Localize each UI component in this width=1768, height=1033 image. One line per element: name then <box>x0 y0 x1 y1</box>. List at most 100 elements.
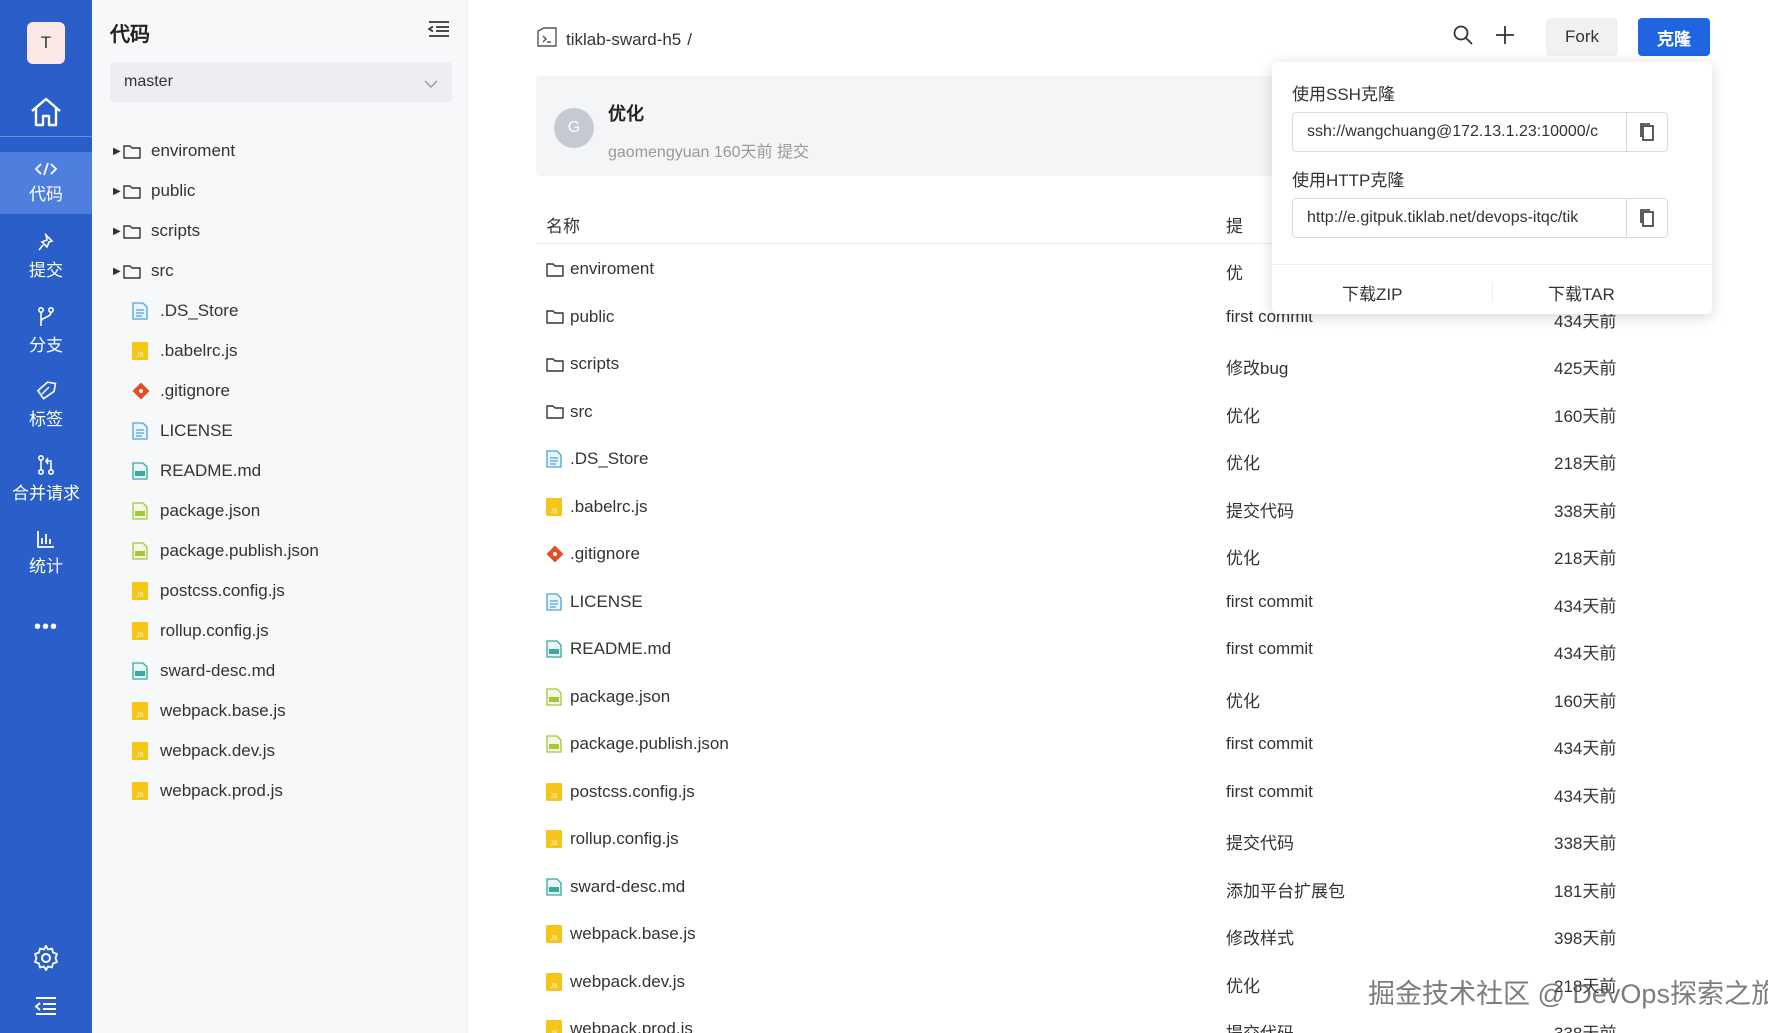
tree-file-item[interactable]: LICENSE <box>92 411 468 451</box>
home-button[interactable] <box>0 88 92 136</box>
file-name[interactable]: public <box>570 307 614 327</box>
tree-file-item[interactable]: package.publish.json <box>92 531 468 571</box>
file-name-cell[interactable]: public <box>546 307 614 327</box>
download-tar-button[interactable]: 下载TAR <box>1548 280 1615 305</box>
commit-message-cell[interactable]: 优化 <box>1226 687 1260 712</box>
file-name-cell[interactable]: package.publish.json <box>546 734 729 754</box>
search-button[interactable] <box>1452 24 1474 51</box>
table-row[interactable]: README.md first commit 434天前 <box>536 626 1666 674</box>
http-url-field[interactable]: http://e.gitpuk.tiklab.net/devops-itqc/t… <box>1292 198 1668 238</box>
commit-message-cell[interactable]: 修改样式 <box>1226 924 1294 949</box>
file-name-cell[interactable]: JSwebpack.prod.js <box>546 1019 693 1033</box>
commit-message-cell[interactable]: 提交代码 <box>1226 1019 1294 1033</box>
file-name[interactable]: LICENSE <box>570 592 643 612</box>
copy-ssh-button[interactable] <box>1627 113 1667 151</box>
tree-collapse-button[interactable] <box>427 20 450 43</box>
tree-file-item[interactable]: README.md <box>92 451 468 491</box>
file-name[interactable]: sward-desc.md <box>570 877 685 897</box>
table-row[interactable]: sward-desc.md 添加平台扩展包 181天前 <box>536 864 1666 912</box>
collapse-rail-button[interactable] <box>34 996 58 1021</box>
table-row[interactable]: .gitignore 优化 218天前 <box>536 531 1666 579</box>
branch-select[interactable]: master <box>110 62 452 102</box>
file-name[interactable]: README.md <box>570 639 671 659</box>
file-name[interactable]: scripts <box>570 354 619 374</box>
file-name[interactable]: package.json <box>570 687 670 707</box>
file-name[interactable]: postcss.config.js <box>570 782 695 802</box>
table-row[interactable]: JS rollup.config.js 提交代码 338天前 <box>536 816 1666 864</box>
commit-message-cell[interactable]: 优化 <box>1226 972 1260 997</box>
table-row[interactable]: LICENSE first commit 434天前 <box>536 579 1666 627</box>
table-row[interactable]: package.json 优化 160天前 <box>536 674 1666 722</box>
caret-right-icon[interactable]: ▶ <box>92 226 121 237</box>
file-name-cell[interactable]: .DS_Store <box>546 449 648 469</box>
settings-button[interactable] <box>32 944 60 977</box>
tree-file-item[interactable]: .DS_Store <box>92 291 468 331</box>
tree-file-item[interactable]: JS .babelrc.js <box>92 331 468 371</box>
rail-item-merge-requests[interactable]: 合并请求 <box>0 448 92 510</box>
file-name-cell[interactable]: scripts <box>546 354 619 374</box>
commit-message-cell[interactable]: first commit <box>1226 734 1313 754</box>
tree-file-item[interactable]: JS webpack.prod.js <box>92 771 468 811</box>
tree-file-item[interactable]: JS rollup.config.js <box>92 611 468 651</box>
tree-folder-item[interactable]: ▶ public <box>92 171 468 211</box>
file-name-cell[interactable]: README.md <box>546 639 671 659</box>
file-name[interactable]: .babelrc.js <box>570 497 647 517</box>
file-name[interactable]: .gitignore <box>570 544 640 564</box>
rail-item-branches[interactable]: 分支 <box>0 300 92 362</box>
file-name[interactable]: .DS_Store <box>570 449 648 469</box>
copy-http-button[interactable] <box>1627 199 1667 237</box>
http-url-value[interactable]: http://e.gitpuk.tiklab.net/devops-itqc/t… <box>1293 199 1627 237</box>
rail-item-code[interactable]: 代码 <box>0 152 92 214</box>
commit-message-cell[interactable]: 提交代码 <box>1226 829 1294 854</box>
tree-file-item[interactable]: JS webpack.dev.js <box>92 731 468 771</box>
commit-message-cell[interactable]: 优化 <box>1226 544 1260 569</box>
add-button[interactable] <box>1494 24 1516 51</box>
file-name-cell[interactable]: JS postcss.config.js <box>546 782 695 802</box>
rail-item-stats[interactable]: 统计 <box>0 522 92 584</box>
table-row[interactable]: JS webpack.base.js 修改样式 398天前 <box>536 911 1666 959</box>
file-name-cell[interactable]: .gitignore <box>546 544 640 564</box>
commit-message[interactable]: 优化 <box>608 100 644 126</box>
tree-folder-item[interactable]: ▶ scripts <box>92 211 468 251</box>
user-avatar[interactable]: T <box>27 22 65 64</box>
commit-message-cell[interactable]: 修改bug <box>1226 354 1288 379</box>
tree-folder-item[interactable]: ▶ src <box>92 251 468 291</box>
commit-message-cell[interactable]: first commit <box>1226 639 1313 659</box>
tree-folder-item[interactable]: ▶ enviroment <box>92 131 468 171</box>
rail-item-commits[interactable]: 提交 <box>0 226 92 288</box>
file-name[interactable]: enviroment <box>570 259 654 279</box>
commit-message-cell[interactable]: first commit <box>1226 592 1313 612</box>
file-name-cell[interactable]: src <box>546 402 593 422</box>
ssh-url-value[interactable]: ssh://wangchuang@172.13.1.23:10000/c <box>1293 113 1627 151</box>
tree-file-item[interactable]: .gitignore <box>92 371 468 411</box>
commit-message-cell[interactable]: 优 <box>1226 259 1243 284</box>
file-name[interactable]: webpack.prod.js <box>570 1019 693 1033</box>
file-name-cell[interactable]: JS rollup.config.js <box>546 829 679 849</box>
clone-button[interactable]: 克隆 <box>1638 18 1710 56</box>
commit-message-cell[interactable]: 优化 <box>1226 449 1260 474</box>
file-name-cell[interactable]: package.json <box>546 687 670 707</box>
table-row[interactable]: src 优化 160天前 <box>536 389 1666 437</box>
commit-message-cell[interactable]: 优化 <box>1226 402 1260 427</box>
tree-file-item[interactable]: package.json <box>92 491 468 531</box>
file-name-cell[interactable]: LICENSE <box>546 592 643 612</box>
file-name[interactable]: src <box>570 402 593 422</box>
file-name[interactable]: webpack.base.js <box>570 924 696 944</box>
table-row[interactable]: JS .babelrc.js 提交代码 338天前 <box>536 484 1666 532</box>
file-name[interactable]: webpack.dev.js <box>570 972 685 992</box>
rail-item-tags[interactable]: 标签 <box>0 374 92 436</box>
ssh-url-field[interactable]: ssh://wangchuang@172.13.1.23:10000/c <box>1292 112 1668 152</box>
tree-file-item[interactable]: sward-desc.md <box>92 651 468 691</box>
table-row[interactable]: JS postcss.config.js first commit 434天前 <box>536 769 1666 817</box>
file-name-cell[interactable]: JS webpack.base.js <box>546 924 696 944</box>
caret-right-icon[interactable]: ▶ <box>92 186 121 197</box>
table-row[interactable]: scripts 修改bug 425天前 <box>536 341 1666 389</box>
commit-message-cell[interactable]: 提交代码 <box>1226 497 1294 522</box>
table-row[interactable]: package.publish.json first commit 434天前 <box>536 721 1666 769</box>
commit-message-cell[interactable]: first commit <box>1226 782 1313 802</box>
file-name[interactable]: package.publish.json <box>570 734 729 754</box>
table-row[interactable]: .DS_Store 优化 218天前 <box>536 436 1666 484</box>
more-button[interactable]: ••• <box>0 616 92 639</box>
file-name-cell[interactable]: enviroment <box>546 259 654 279</box>
tree-file-item[interactable]: JS webpack.base.js <box>92 691 468 731</box>
